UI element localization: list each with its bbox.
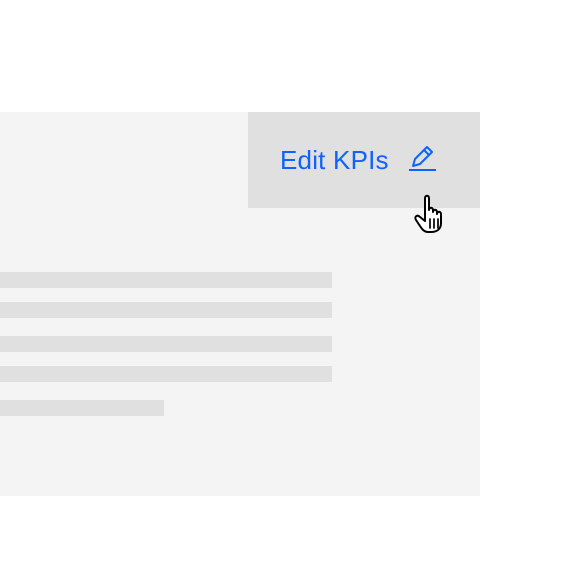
placeholder-line <box>0 400 164 416</box>
pencil-icon <box>407 142 437 174</box>
content-placeholder <box>0 272 332 417</box>
kpi-card: Edit KPIs <box>0 112 480 496</box>
placeholder-line <box>0 302 332 318</box>
edit-kpis-label: Edit KPIs <box>280 145 389 175</box>
placeholder-line <box>0 272 332 288</box>
placeholder-line <box>0 366 332 382</box>
placeholder-line <box>0 336 332 352</box>
edit-kpis-link[interactable]: Edit KPIs <box>280 143 437 177</box>
edit-kpis-action-area[interactable]: Edit KPIs <box>248 112 480 208</box>
